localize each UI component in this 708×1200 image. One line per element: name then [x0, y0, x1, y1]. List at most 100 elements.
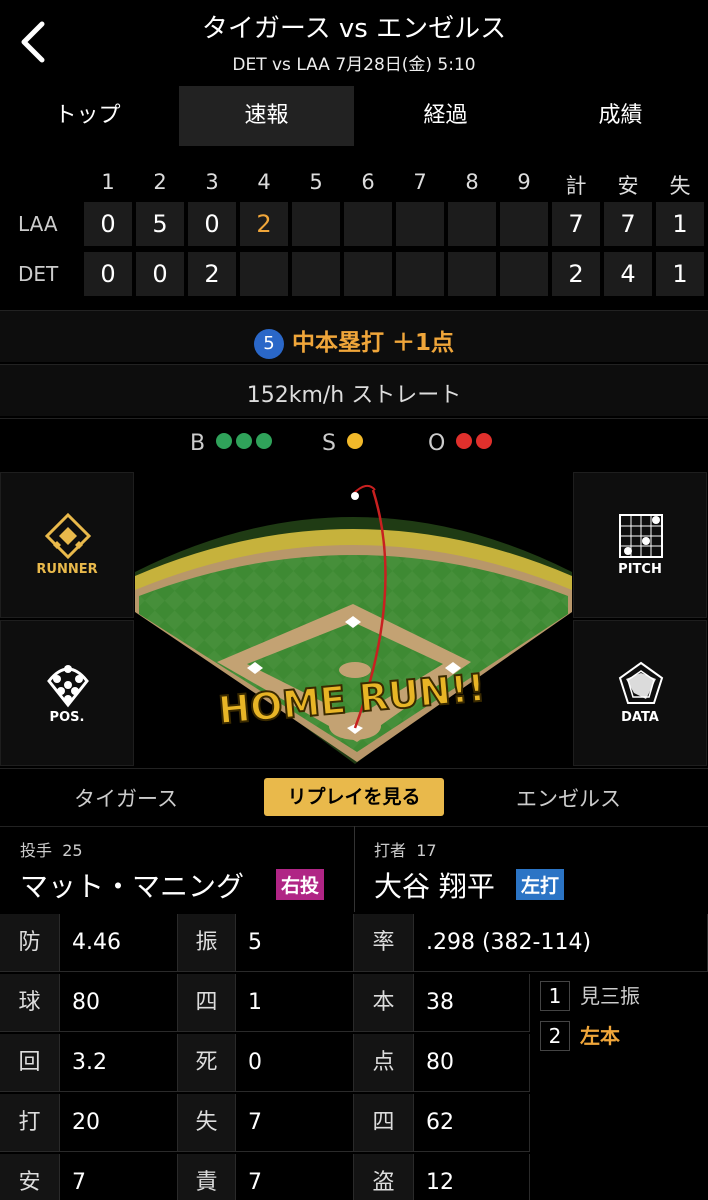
batter-number: 17: [416, 841, 437, 860]
score-cell: 0: [84, 202, 132, 246]
matchup-divider: [354, 826, 355, 912]
batter-stat-value: .298 (382-114): [414, 914, 708, 972]
inning-header: 5: [309, 170, 323, 194]
score-cell: [500, 202, 548, 246]
pitcher-stat-key: 球: [0, 974, 60, 1032]
pitcher-name[interactable]: マット・マニング: [20, 865, 244, 905]
pitcher-stat-key: 死: [178, 1034, 236, 1092]
pitcher-hand-badge: 右投: [276, 869, 325, 900]
batter-stat-value: 80: [414, 1034, 530, 1092]
inning-header: 1: [101, 170, 115, 194]
score-cell: 7: [552, 202, 600, 246]
inning-header: 6: [361, 170, 375, 194]
score-cell: 5: [136, 202, 184, 246]
score-cell: [448, 202, 496, 246]
strikes-indicator: S: [322, 431, 363, 456]
batter-stat-key: 盗: [354, 1154, 414, 1200]
score-cell: 7: [604, 202, 652, 246]
header: タイガース vs エンゼルス DET vs LAA 7月28日(金) 5:10: [0, 0, 708, 84]
pitcher-stat-value: 20: [60, 1094, 178, 1152]
runner-diamond-icon: [44, 512, 92, 560]
pitcher-stat-value: 7: [236, 1094, 354, 1152]
pitcher-stat-value: 7: [236, 1154, 354, 1200]
pitch-button[interactable]: PITCH: [573, 472, 707, 618]
inning-header: 9: [517, 170, 531, 194]
pitcher-stat-value: 3.2: [60, 1034, 178, 1092]
page-title: タイガース vs エンゼルス: [201, 14, 507, 44]
inning-header: 安: [617, 174, 639, 198]
inning-header: 失: [669, 174, 691, 198]
position-icon: [47, 665, 89, 708]
at-bat-result: 2 左本: [540, 1020, 620, 1051]
score-cell: [396, 202, 444, 246]
data-button[interactable]: DATA: [573, 620, 707, 766]
team-abbr: LAA: [18, 212, 58, 236]
baseball-field: HOME RUN!!: [135, 472, 572, 766]
inning-header: 8: [465, 170, 479, 194]
pitcher-stat-key: 回: [0, 1034, 60, 1092]
score-cell: [396, 252, 444, 296]
inning-header: 4: [257, 170, 271, 194]
at-bat-number: 2: [540, 1021, 570, 1051]
pitcher-stat-key: 安: [0, 1154, 60, 1200]
home-team-button[interactable]: タイガース: [74, 783, 178, 813]
score-cell: 1: [656, 202, 704, 246]
game-info: DET vs LAA 7月28日(金) 5:10: [232, 55, 476, 75]
pitcher-stat-value: 4.46: [60, 914, 178, 972]
at-bat-outcome: 見三振: [580, 984, 640, 1008]
inning-header: 2: [153, 170, 167, 194]
score-cell: 0: [84, 252, 132, 296]
pitcher-caption: 投手 25: [20, 837, 83, 861]
at-bat-number: 1: [540, 981, 570, 1011]
scoreboard: 1 2 3 4 5 6 7 8 9 計安失 LAA 0 5 0 2 7 7 1 DET 0 0 2 2 4 1: [0, 160, 708, 306]
pitcher-stat-key: 振: [178, 914, 236, 972]
tab-progress[interactable]: 経過: [358, 86, 533, 146]
score-cell: [292, 202, 340, 246]
score-cell: 4: [604, 252, 652, 296]
pitcher-stat-key: 失: [178, 1094, 236, 1152]
pitcher-stat-value: 1: [236, 974, 354, 1032]
play-description: 中本塁打 ＋1点: [291, 330, 454, 356]
batter-name[interactable]: 大谷 翔平: [374, 865, 495, 905]
tab-live[interactable]: 速報: [179, 86, 354, 146]
at-bat-outcome: 左本: [580, 1024, 620, 1048]
runner-button[interactable]: RUNNER: [0, 472, 134, 618]
outs-indicator: O: [428, 431, 493, 456]
pitcher-number: 25: [62, 841, 83, 860]
pitcher-stat-key: 責: [178, 1154, 236, 1200]
batter-stat-value: 38: [414, 974, 530, 1032]
balls-label: B: [190, 431, 206, 456]
pitch-speed-type: 152km/h ストレート: [246, 383, 462, 408]
score-cell: [448, 252, 496, 296]
position-button[interactable]: POS.: [0, 620, 134, 766]
replay-button[interactable]: リプレイを見る: [264, 778, 444, 816]
balls-indicator: B: [190, 431, 273, 456]
score-cell: 2: [188, 252, 236, 296]
batter-stat-key: 四: [354, 1094, 414, 1152]
tab-bar: トップ 速報 経過 成績: [0, 86, 708, 146]
field-diagram: HOME RUN!!: [135, 484, 572, 764]
tab-top[interactable]: トップ: [0, 86, 175, 146]
pitcher-stat-key: 打: [0, 1094, 60, 1152]
batter-stat-value: 62: [414, 1094, 530, 1152]
batter-stat-key: 点: [354, 1034, 414, 1092]
out-dot: [456, 433, 473, 449]
tab-stats[interactable]: 成績: [533, 86, 708, 146]
at-bat-result: 1 見三振: [540, 980, 640, 1011]
team-abbr: DET: [18, 262, 59, 286]
out-dot: [476, 433, 493, 449]
pitcher-stat-value: 80: [60, 974, 178, 1032]
score-cell: [344, 202, 392, 246]
away-team-button[interactable]: エンゼルス: [516, 783, 621, 813]
inning-header: 7: [413, 170, 427, 194]
score-cell: [292, 252, 340, 296]
strike-dot: [346, 433, 363, 449]
score-cell: [240, 252, 288, 296]
pitch-info: 152km/h ストレート: [0, 364, 708, 416]
score-cell: 2: [552, 252, 600, 296]
pitcher-stat-value: 5: [236, 914, 354, 972]
score-cell: [500, 252, 548, 296]
score-cell: 2: [240, 202, 288, 246]
position-label: POS.: [49, 710, 85, 725]
data-label: DATA: [621, 710, 659, 725]
